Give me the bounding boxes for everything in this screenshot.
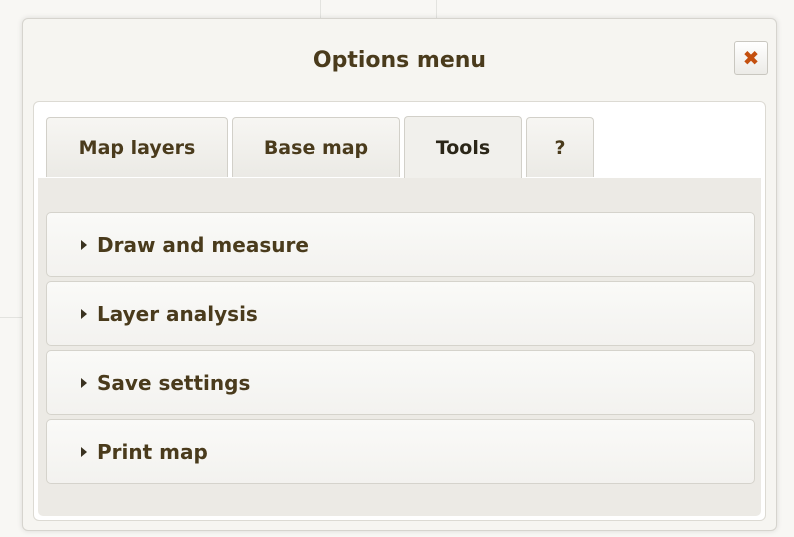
dialog-title: Options menu (312, 47, 487, 73)
accordion-draw-and-measure[interactable]: Draw and measure (46, 212, 755, 277)
tab-help[interactable]: ? (526, 117, 594, 177)
caret-right-icon (81, 446, 87, 457)
caret-right-icon (81, 239, 87, 250)
options-dialog: Options menu ✖ Map layers Base map Tools… (22, 18, 777, 531)
close-button[interactable]: ✖ (734, 41, 768, 75)
tab-tools[interactable]: Tools (404, 116, 522, 178)
tab-map-layers[interactable]: Map layers (46, 117, 228, 177)
tab-bar: Map layers Base map Tools ? (46, 116, 761, 179)
tools-tab-content: Draw and measure Layer analysis Save set… (38, 178, 761, 516)
accordion-label: Draw and measure (97, 232, 309, 257)
accordion-print-map[interactable]: Print map (46, 419, 755, 484)
dialog-titlebar: Options menu ✖ (23, 19, 776, 101)
tabs-panel: Map layers Base map Tools ? Draw and mea… (33, 101, 766, 521)
accordion-label: Print map (97, 439, 208, 464)
accordion-layer-analysis[interactable]: Layer analysis (46, 281, 755, 346)
caret-right-icon (81, 377, 87, 388)
close-icon: ✖ (742, 46, 760, 70)
accordion-label: Layer analysis (97, 301, 258, 326)
tab-base-map[interactable]: Base map (232, 117, 400, 177)
accordion-label: Save settings (97, 370, 251, 395)
accordion-save-settings[interactable]: Save settings (46, 350, 755, 415)
caret-right-icon (81, 308, 87, 319)
